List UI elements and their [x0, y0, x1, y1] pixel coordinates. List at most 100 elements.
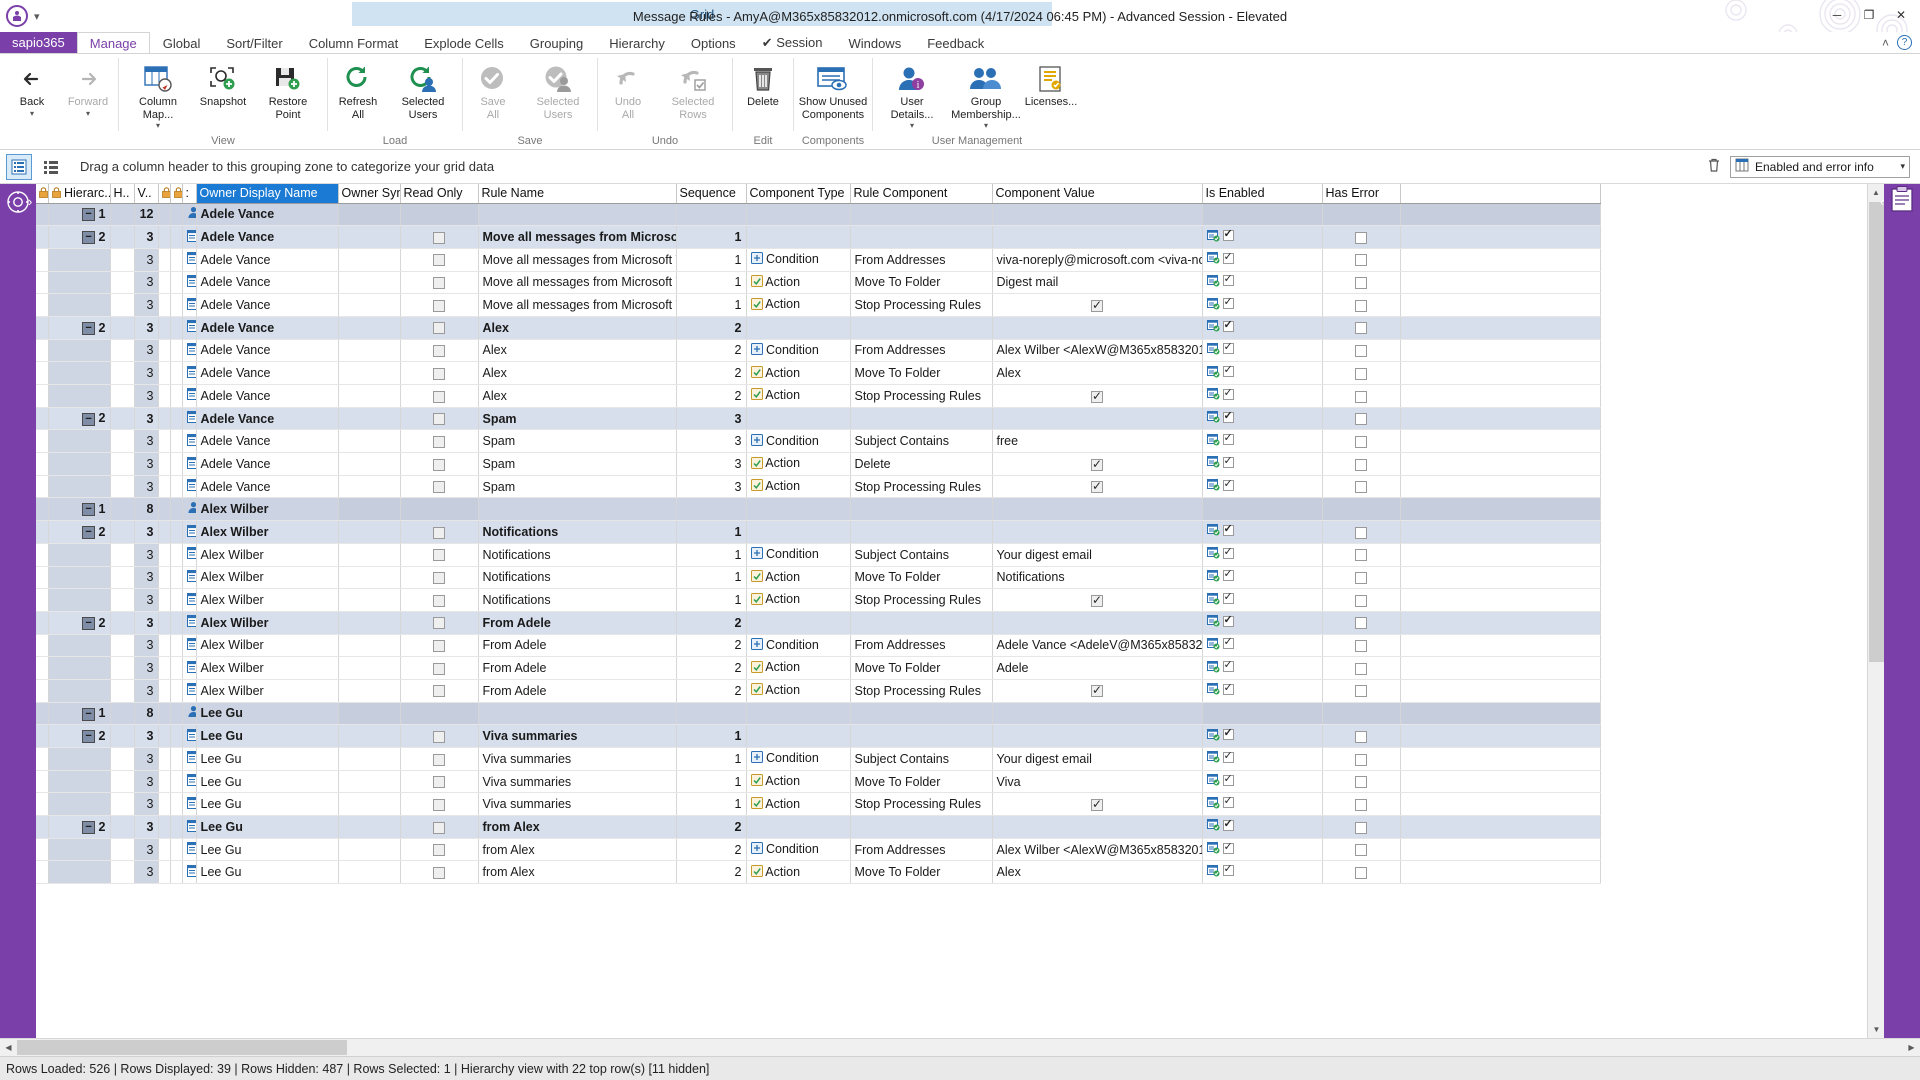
has-error-cell[interactable] — [1322, 453, 1400, 476]
has-error-cell[interactable] — [1322, 339, 1400, 362]
has-error-cell[interactable] — [1322, 521, 1400, 544]
component-value-cell[interactable] — [992, 521, 1202, 544]
has-error-cell[interactable] — [1322, 226, 1400, 249]
owner-cell[interactable]: Lee Gu — [196, 702, 338, 725]
owner-cell[interactable]: Alex Wilber — [196, 634, 338, 657]
sequence-cell[interactable]: 1 — [676, 294, 746, 317]
rule-name-cell[interactable]: Notifications — [478, 589, 676, 612]
scroll-left-arrow-icon[interactable]: ◀ — [0, 1039, 17, 1056]
read-only-cell[interactable] — [400, 748, 478, 771]
sequence-cell[interactable]: 1 — [676, 589, 746, 612]
has-error-cell[interactable] — [1322, 566, 1400, 589]
component-value-cell[interactable]: Viva — [992, 770, 1202, 793]
read-only-cell[interactable] — [400, 543, 478, 566]
rule-name-cell[interactable]: Notifications — [478, 543, 676, 566]
has-error-checkbox[interactable] — [1355, 617, 1367, 629]
sequence-cell[interactable]: 2 — [676, 861, 746, 884]
row-expander[interactable]: − — [82, 503, 95, 516]
owner-cell[interactable]: Adele Vance — [196, 453, 338, 476]
sequence-cell[interactable]: 1 — [676, 248, 746, 271]
column-header-rcomp[interactable]: Rule Component — [850, 184, 992, 203]
component-type-cell[interactable] — [746, 498, 850, 521]
hierarchy-cell[interactable]: − 2 — [48, 725, 110, 748]
has-error-checkbox[interactable] — [1355, 459, 1367, 471]
owner-cell[interactable]: Adele Vance — [196, 294, 338, 317]
rule-component-cell[interactable] — [850, 702, 992, 725]
read-only-checkbox[interactable] — [433, 799, 445, 811]
has-error-checkbox[interactable] — [1355, 527, 1367, 539]
rule-component-cell[interactable]: Move To Folder — [850, 271, 992, 294]
is-enabled-cell[interactable]: ✓ — [1202, 248, 1322, 271]
has-error-cell[interactable] — [1322, 611, 1400, 634]
component-value-cell[interactable]: Adele Vance <AdeleV@M365x85832012.on — [992, 634, 1202, 657]
hierarchy-cell[interactable] — [48, 543, 110, 566]
flat-view-button[interactable] — [38, 154, 64, 180]
rule-name-cell[interactable]: Spam — [478, 430, 676, 453]
rule-component-cell[interactable]: Subject Contains — [850, 543, 992, 566]
sequence-cell[interactable]: 1 — [676, 226, 746, 249]
hierarchy-cell[interactable] — [48, 770, 110, 793]
owner-cell[interactable]: Adele Vance — [196, 430, 338, 453]
is-enabled-cell[interactable]: ✓ — [1202, 407, 1322, 430]
owner-cell[interactable]: Adele Vance — [196, 248, 338, 271]
has-error-checkbox[interactable] — [1355, 663, 1367, 675]
owner-cell[interactable]: Lee Gu — [196, 816, 338, 839]
read-only-cell[interactable] — [400, 430, 478, 453]
rule-name-cell[interactable]: Alex — [478, 385, 676, 408]
rule-name-cell[interactable]: Move all messages from Microsoft Viva ! — [478, 271, 676, 294]
rule-name-cell[interactable]: from Alex — [478, 838, 676, 861]
read-only-checkbox[interactable] — [433, 413, 445, 425]
table-row[interactable]: − 23Alex WilberNotifications1✓ — [36, 521, 1600, 544]
read-only-cell[interactable] — [400, 589, 478, 612]
row-expander[interactable]: − — [82, 526, 95, 539]
sequence-cell[interactable] — [676, 498, 746, 521]
has-error-checkbox[interactable] — [1355, 368, 1367, 380]
table-row[interactable]: 3Alex WilberNotifications1 ActionMove To… — [36, 566, 1600, 589]
component-value-cell[interactable] — [992, 816, 1202, 839]
component-value-checkbox[interactable] — [1091, 595, 1103, 607]
component-type-cell[interactable]: Action — [746, 679, 850, 702]
row-expander[interactable]: − — [82, 413, 95, 426]
sequence-cell[interactable]: 2 — [676, 816, 746, 839]
sequence-cell[interactable]: 3 — [676, 430, 746, 453]
component-value-cell[interactable] — [992, 702, 1202, 725]
tab-windows[interactable]: Windows — [835, 32, 914, 53]
owner-cell[interactable]: Adele Vance — [196, 362, 338, 385]
component-value-cell[interactable]: Your digest email — [992, 543, 1202, 566]
component-value-cell[interactable]: Alex — [992, 362, 1202, 385]
owner-cell[interactable]: Adele Vance — [196, 226, 338, 249]
has-error-checkbox[interactable] — [1355, 731, 1367, 743]
read-only-checkbox[interactable] — [433, 663, 445, 675]
grid-scroll-area[interactable]: Hierarc...H..V.. :Owner Display NameOwne… — [36, 184, 1867, 1038]
table-row[interactable]: − 23Lee Gufrom Alex2✓ — [36, 816, 1600, 839]
has-error-cell[interactable] — [1322, 316, 1400, 339]
table-row[interactable]: − 18Alex Wilber — [36, 498, 1600, 521]
tab-sort-filter[interactable]: Sort/Filter — [213, 32, 295, 53]
read-only-checkbox[interactable] — [433, 391, 445, 403]
hierarchy-cell[interactable] — [48, 793, 110, 816]
hierarchy-cell[interactable] — [48, 589, 110, 612]
component-value-cell[interactable]: Notifications — [992, 566, 1202, 589]
chevron-down-icon[interactable]: ▾ — [1900, 161, 1905, 172]
component-type-cell[interactable]: Condition — [746, 748, 850, 771]
table-row[interactable]: 3Alex WilberFrom Adele2 ActionStop Proce… — [36, 679, 1600, 702]
tab-explode-cells[interactable]: Explode Cells — [411, 32, 517, 53]
hierarchy-cell[interactable] — [48, 385, 110, 408]
delete-button[interactable]: Delete — [735, 58, 791, 109]
has-error-checkbox[interactable] — [1355, 867, 1367, 879]
has-error-cell[interactable] — [1322, 702, 1400, 725]
component-type-cell[interactable]: Action — [746, 453, 850, 476]
rule-component-cell[interactable] — [850, 521, 992, 544]
sequence-cell[interactable]: 3 — [676, 407, 746, 430]
tab-grouping[interactable]: Grouping — [517, 32, 596, 53]
rule-name-cell[interactable]: from Alex — [478, 861, 676, 884]
read-only-cell[interactable] — [400, 634, 478, 657]
owner-cell[interactable]: Adele Vance — [196, 316, 338, 339]
component-value-checkbox[interactable] — [1091, 799, 1103, 811]
read-only-checkbox[interactable] — [433, 345, 445, 357]
chevron-down-icon[interactable]: ▾ — [86, 109, 90, 118]
owner-cell[interactable]: Lee Gu — [196, 861, 338, 884]
hierarchy-cell[interactable]: − 1 — [48, 702, 110, 725]
has-error-cell[interactable] — [1322, 543, 1400, 566]
has-error-checkbox[interactable] — [1355, 640, 1367, 652]
